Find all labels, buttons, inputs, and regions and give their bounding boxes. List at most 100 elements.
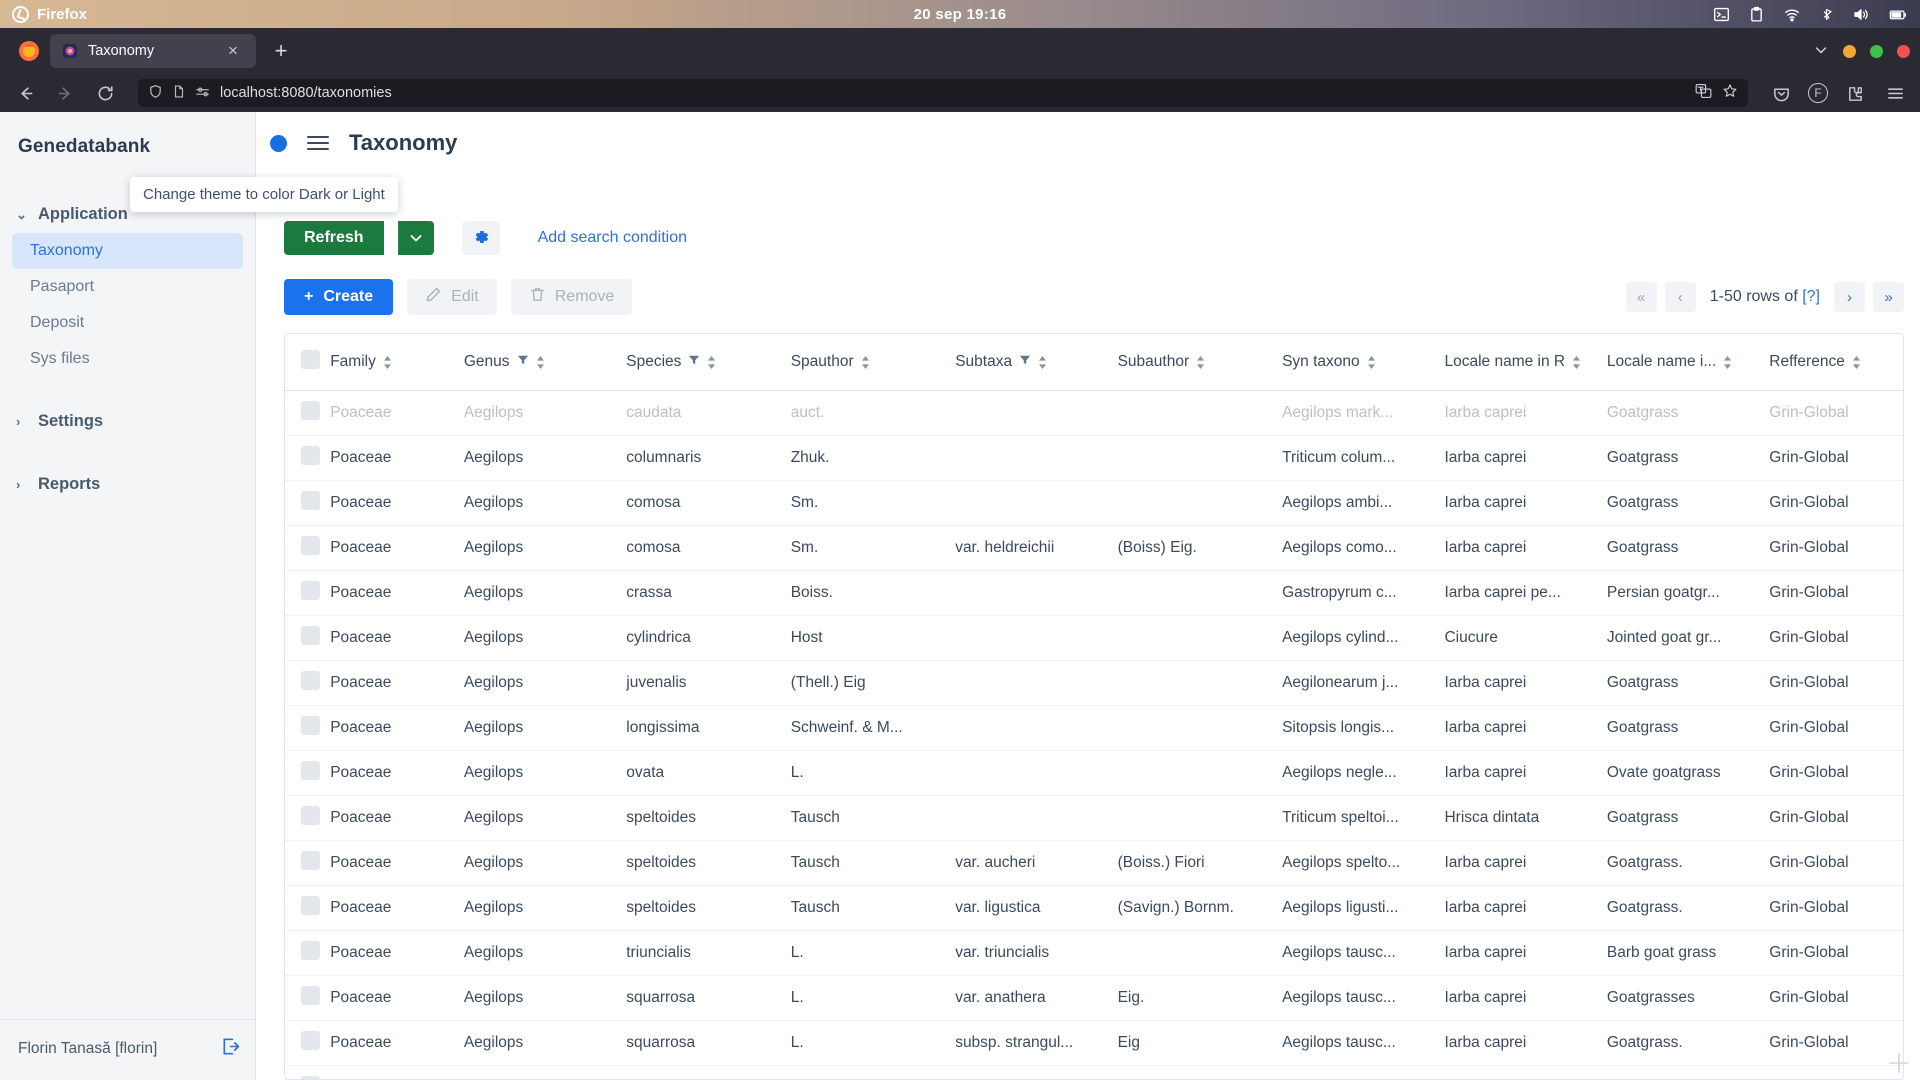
- filter-icon[interactable]: [517, 353, 529, 371]
- row-select-cell[interactable]: [285, 1020, 331, 1066]
- row-select-cell[interactable]: [285, 570, 331, 616]
- clipboard-icon[interactable]: [1748, 6, 1765, 23]
- row-checkbox[interactable]: [301, 401, 320, 420]
- sort-icon[interactable]: [1038, 355, 1047, 369]
- refresh-button[interactable]: Refresh: [284, 221, 384, 255]
- sort-icon[interactable]: [536, 355, 545, 369]
- table-row[interactable]: Poaceae Aegilops speltoides Tausch Triticum …: [285, 795, 1903, 841]
- wifi-icon[interactable]: [1783, 6, 1801, 23]
- add-search-condition-link[interactable]: Add search condition: [538, 229, 687, 247]
- window-close-button[interactable]: [1897, 44, 1910, 58]
- window-maximize-button[interactable]: [1870, 44, 1883, 58]
- column-header-genus[interactable]: Genus: [463, 334, 627, 391]
- sort-icon[interactable]: [1367, 355, 1376, 369]
- window-minimize-button[interactable]: [1843, 44, 1856, 58]
- table-row[interactable]: Poaceae Aegilops comosa Sm. var. heldreichii…: [285, 525, 1903, 571]
- sidebar-item-pasaport[interactable]: Pasaport: [12, 269, 243, 305]
- row-select-cell[interactable]: [285, 975, 331, 1021]
- filter-section-toggle[interactable]: ⌄ Filter: [256, 172, 1920, 205]
- menu-toggle-icon[interactable]: [307, 136, 329, 150]
- row-select-cell[interactable]: [285, 480, 331, 526]
- row-checkbox[interactable]: [301, 716, 320, 735]
- row-select-cell[interactable]: [285, 660, 331, 706]
- terminal-icon[interactable]: [1713, 6, 1730, 23]
- table-row[interactable]: Poaceae Aegilops juvenalis (Thell.) Eig Aegi…: [285, 660, 1903, 706]
- row-checkbox[interactable]: [301, 986, 320, 1005]
- row-select-cell[interactable]: [285, 615, 331, 661]
- tracking-protection-icon[interactable]: [195, 84, 211, 103]
- translate-icon[interactable]: [1695, 83, 1712, 103]
- row-select-cell[interactable]: [285, 795, 331, 841]
- row-select-cell[interactable]: [285, 390, 331, 436]
- account-avatar[interactable]: F: [1808, 83, 1828, 103]
- remove-button[interactable]: Remove: [510, 279, 633, 315]
- sidebar-group-reports[interactable]: › Reports: [0, 466, 255, 503]
- select-all-header[interactable]: [285, 334, 331, 391]
- table-row[interactable]: Poaceae Aegilops caudata auct. Aegilops mark…: [285, 390, 1903, 436]
- row-select-cell[interactable]: [285, 930, 331, 976]
- address-bar[interactable]: localhost:8080/taxonomies: [138, 79, 1748, 107]
- row-checkbox[interactable]: [301, 446, 320, 465]
- back-button[interactable]: [12, 80, 38, 106]
- table-row[interactable]: Poaceae Aegilops comosa Sm. Aegilops ambi...…: [285, 480, 1903, 526]
- filter-settings-button[interactable]: [461, 221, 500, 255]
- row-checkbox[interactable]: [301, 896, 320, 915]
- table-row[interactable]: Poaceae Aegilops ovata L. Aegilops negle... I…: [285, 750, 1903, 796]
- theme-toggle-button[interactable]: [270, 134, 287, 152]
- column-header-refference[interactable]: Refference: [1769, 334, 1903, 391]
- column-header-spauthor[interactable]: Spauthor: [790, 334, 956, 391]
- row-checkbox[interactable]: [301, 941, 320, 960]
- column-header-locale-name-i[interactable]: Locale name i...: [1606, 334, 1770, 391]
- browser-tab[interactable]: Taxonomy ×: [50, 34, 256, 68]
- prev-page-button[interactable]: ‹: [1664, 282, 1696, 312]
- table-row[interactable]: Poaceae Aegilops squarrosa L. subsp. strangu…: [285, 1020, 1903, 1066]
- sidebar-item-deposit[interactable]: Deposit: [12, 305, 243, 341]
- row-checkbox[interactable]: [301, 581, 320, 600]
- table-row[interactable]: Poaceae Aegilops columnaris Zhuk. Triticum c…: [285, 435, 1903, 481]
- column-header-species[interactable]: Species: [626, 334, 791, 391]
- edit-button[interactable]: Edit: [407, 279, 497, 315]
- sort-icon[interactable]: [383, 355, 392, 369]
- row-checkbox[interactable]: [301, 626, 320, 645]
- column-header-subtaxa[interactable]: Subtaxa: [955, 334, 1118, 391]
- column-header-locale-name-in-r[interactable]: Locale name in R: [1444, 334, 1607, 391]
- sort-icon[interactable]: [1196, 355, 1205, 369]
- sort-icon[interactable]: [1572, 355, 1581, 369]
- reload-button[interactable]: [92, 80, 118, 106]
- row-select-cell[interactable]: [285, 750, 331, 796]
- table-row[interactable]: Poaceae Aegilops speltoides Tausch var. auch…: [285, 840, 1903, 886]
- filter-icon[interactable]: [1019, 353, 1031, 371]
- table-row[interactable]: Poaceae Aegilops cylindrica Host Aegilops cy…: [285, 615, 1903, 661]
- sort-icon[interactable]: [1723, 355, 1732, 369]
- sort-icon[interactable]: [707, 355, 716, 369]
- sort-icon[interactable]: [861, 355, 870, 369]
- app-menu-icon[interactable]: [1882, 80, 1908, 106]
- column-header-syn-taxono[interactable]: Syn taxono: [1282, 334, 1445, 391]
- list-all-tabs-icon[interactable]: [1813, 42, 1829, 61]
- sidebar-item-sys-files[interactable]: Sys files: [12, 341, 243, 377]
- refresh-dropdown-button[interactable]: [397, 221, 434, 255]
- row-checkbox[interactable]: [301, 1031, 320, 1050]
- row-select-cell[interactable]: [285, 435, 331, 481]
- sidebar-group-settings[interactable]: › Settings: [0, 403, 255, 440]
- os-app-indicator[interactable]: Firefox: [12, 5, 87, 23]
- first-page-button[interactable]: «: [1625, 282, 1657, 312]
- row-checkbox[interactable]: [301, 491, 320, 510]
- table-row[interactable]: Poaceae Aegilops triuncialis L. var. triunci…: [285, 930, 1903, 976]
- bluetooth-icon[interactable]: [1819, 6, 1834, 23]
- row-select-cell[interactable]: [285, 705, 331, 751]
- select-all-checkbox[interactable]: [301, 350, 320, 369]
- row-select-cell[interactable]: [285, 525, 331, 571]
- sort-icon[interactable]: [1852, 355, 1861, 369]
- volume-icon[interactable]: [1852, 6, 1870, 23]
- forward-button[interactable]: [52, 80, 78, 106]
- row-checkbox[interactable]: [301, 761, 320, 780]
- filter-icon[interactable]: [688, 353, 700, 371]
- row-checkbox[interactable]: [301, 536, 320, 555]
- column-header-subauthor[interactable]: Subauthor: [1117, 334, 1283, 391]
- row-checkbox[interactable]: [301, 806, 320, 825]
- rows-total-link[interactable]: [?]: [1802, 288, 1820, 305]
- table-row[interactable]: Poaceae Aegilops speltoides Tausch var. ligu…: [285, 885, 1903, 931]
- row-select-cell[interactable]: [285, 1065, 331, 1079]
- row-checkbox[interactable]: [301, 671, 320, 690]
